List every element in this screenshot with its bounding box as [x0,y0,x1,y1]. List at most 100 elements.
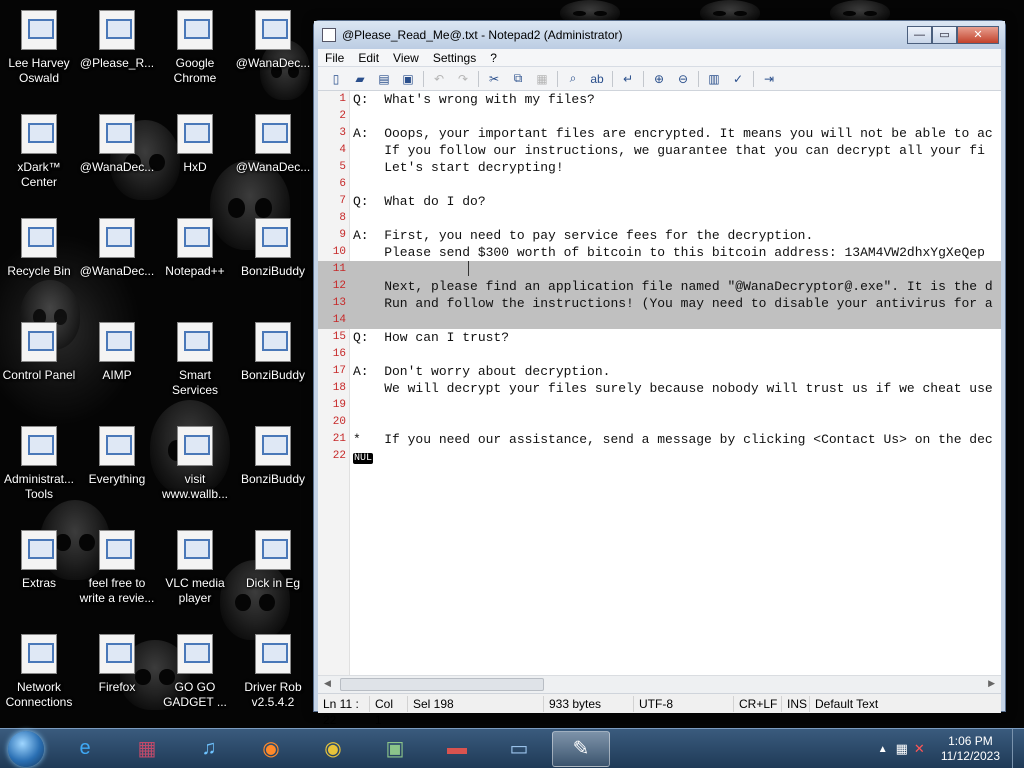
text-line[interactable]: 11 [318,261,1001,278]
show-hidden-icon[interactable]: ▲ [878,744,888,755]
desktop-icon[interactable]: Everything [78,424,156,487]
text-line[interactable]: 7 Q: What do I do? [318,193,1001,210]
desktop-icon[interactable]: Firefox [78,632,156,695]
shortcut-icon [251,634,295,678]
text-line[interactable]: 12 Next, please find an application file… [318,278,1001,295]
text-line[interactable]: 16 [318,346,1001,363]
desktop-icon[interactable]: Smart Services [156,320,234,398]
new-icon[interactable]: ▯ [328,71,344,87]
text-line[interactable]: 15 Q: How can I trust? [318,329,1001,346]
desktop-icon[interactable]: @WanaDec... [78,216,156,279]
music-icon[interactable]: ♫ [180,731,238,767]
customize-icon[interactable]: ✓ [730,71,746,87]
desktop-icon[interactable]: BonziBuddy [234,216,312,279]
menu-view[interactable]: View [386,51,426,65]
horizontal-scrollbar[interactable]: ◀ ▶ [318,675,1001,693]
scroll-thumb[interactable] [340,678,544,691]
desktop-icon[interactable]: xDark™ Center [0,112,78,190]
text-editor[interactable]: 1 Q: What's wrong with my files? 2 3 A: Ooop… [318,91,1001,675]
text-line[interactable]: 14 [318,312,1001,329]
status-ins[interactable]: INS [782,695,810,712]
desktop-icon[interactable]: VLC media player [156,528,234,606]
title-bar[interactable]: @Please_Read_Me@.txt - Notepad2 (Adminis… [314,21,1005,49]
desktop-icon[interactable]: Lee Harvey Oswald [0,8,78,86]
desktop-icon[interactable]: BonziBuddy [234,320,312,383]
text-line[interactable]: 5 Let's start decrypting! [318,159,1001,176]
text-line[interactable]: 13 Run and follow the instructions! (You… [318,295,1001,312]
desktop-icon[interactable]: Notepad++ [156,216,234,279]
text-line[interactable]: 21 * If you need our assistance, send a m… [318,431,1001,448]
ie-icon[interactable]: e [56,731,114,767]
desktop-icon[interactable]: @WanaDec... [234,112,312,175]
text-line[interactable]: 8 [318,210,1001,227]
close-button[interactable]: ✕ [957,26,999,44]
text-line[interactable]: 18 We will decrypt your files surely bec… [318,380,1001,397]
text-line[interactable]: 9 A: First, you need to pay service fees … [318,227,1001,244]
desktop-icon[interactable]: visit www.wallb... [156,424,234,502]
display-icon[interactable]: ▭ [490,731,548,767]
status-eol[interactable]: CR+LF [734,695,782,712]
desktop-icon[interactable]: HxD [156,112,234,175]
text-line[interactable]: 1 Q: What's wrong with my files? [318,91,1001,108]
zoom-in-icon[interactable]: ⊕ [651,71,667,87]
text-line[interactable]: 22 NUL [318,448,1001,465]
monitor-icon[interactable]: ▣ [366,731,424,767]
scroll-left-icon[interactable]: ◀ [324,678,331,689]
desktop-icon[interactable]: Recycle Bin [0,216,78,279]
text-line[interactable]: 10 Please send $300 worth of bitcoin to … [318,244,1001,261]
text-line[interactable]: 2 [318,108,1001,125]
scroll-right-icon[interactable]: ▶ [988,678,995,689]
cut-icon[interactable]: ✂ [486,71,502,87]
desktop-icon[interactable]: @WanaDec... [234,8,312,71]
network-icon[interactable]: ▦ [896,741,908,757]
replace-icon[interactable]: ab [589,71,605,87]
text-line[interactable]: 6 [318,176,1001,193]
save-icon[interactable]: ▣ [400,71,416,87]
zoom-out-icon[interactable]: ⊖ [675,71,691,87]
status-encoding[interactable]: UTF-8 [634,695,734,712]
exit-icon[interactable]: ⇥ [761,71,777,87]
toolbox-icon[interactable]: ▬ [428,731,486,767]
find-icon[interactable]: ⌕ [565,71,581,87]
desktop-icon[interactable]: Control Panel [0,320,78,383]
text-line[interactable]: 19 [318,397,1001,414]
menu-settings[interactable]: Settings [426,51,483,65]
text-line[interactable]: 3 A: Ooops, your important files are encr… [318,125,1001,142]
text-line[interactable]: 20 [318,414,1001,431]
notepad2-icon[interactable]: ✎ [552,730,610,767]
desktop-icon[interactable]: Extras [0,528,78,591]
status-scheme[interactable]: Default Text [810,696,883,712]
start-button[interactable] [0,729,52,768]
status-sel: Sel 198 [408,695,544,712]
minimize-button[interactable]: — [907,26,932,44]
desktop-icon[interactable]: Dick in Eg [234,528,312,591]
line-text: Next, please find an application file na… [353,279,993,294]
wordwrap-icon[interactable]: ↵ [620,71,636,87]
desktop-icon[interactable]: Driver Rob v2.5.4.2 [234,632,312,710]
desktop-icon[interactable]: GO GO GADGET ... [156,632,234,710]
desktop-icon[interactable]: Google Chrome [156,8,234,86]
menu-edit[interactable]: Edit [351,51,386,65]
copy-icon[interactable]: ⧉ [510,71,526,87]
desktop-icon[interactable]: BonziBuddy [234,424,312,487]
firefox-icon[interactable]: ◉ [242,731,300,767]
winrar-icon[interactable]: ▦ [118,731,176,767]
chrome-icon[interactable]: ◉ [304,731,362,767]
show-desktop-button[interactable] [1012,729,1024,768]
browse-icon[interactable]: ▤ [376,71,392,87]
text-line[interactable]: 17 A: Don't worry about decryption. [318,363,1001,380]
desktop-icon[interactable]: AIMP [78,320,156,383]
desktop-icon[interactable]: feel free to write a revie... [78,528,156,606]
maximize-button[interactable]: ▭ [932,26,957,44]
volume-muted-icon[interactable]: ✕ [914,741,925,757]
desktop-icon[interactable]: @WanaDec... [78,112,156,175]
clock[interactable]: 1:06 PM 11/12/2023 [929,734,1012,764]
menu-help[interactable]: ? [483,51,504,65]
text-line[interactable]: 4 If you follow our instructions, we gua… [318,142,1001,159]
desktop-icon[interactable]: @Please_R... [78,8,156,71]
scheme-icon[interactable]: ▥ [706,71,722,87]
desktop-icon[interactable]: Administrat... Tools [0,424,78,502]
desktop-icon[interactable]: Network Connections [0,632,78,710]
open-icon[interactable]: ▰ [352,71,368,87]
menu-file[interactable]: File [318,51,351,65]
